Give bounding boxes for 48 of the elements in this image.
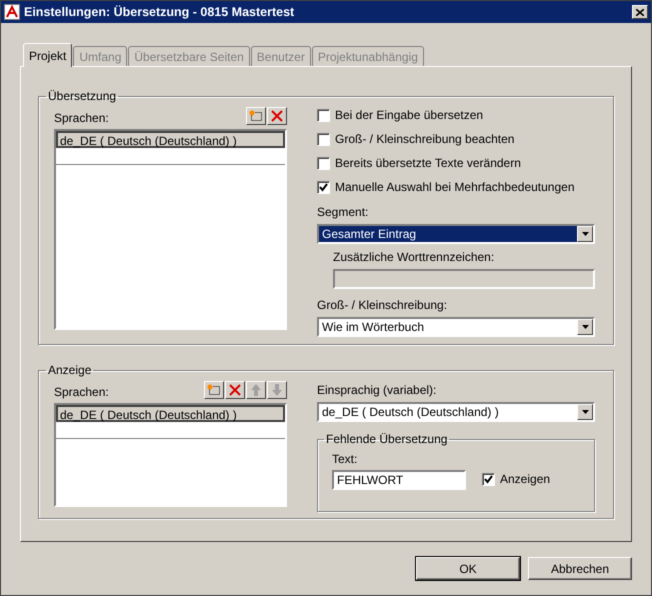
new-item-icon [207,384,221,396]
segment-label: Segment: [317,205,370,220]
option-label: Manuelle Auswahl bei Mehrfachbedeutungen [335,180,575,194]
checkbox[interactable] [317,108,330,122]
segment-select[interactable]: Gesamter Eintrag [317,224,595,244]
add-button[interactable] [204,381,224,399]
tab[interactable]: Projekt [23,43,72,67]
delete-icon [229,384,241,396]
monolingual-label: Einsprachig (variabel): [317,383,438,398]
delete-button[interactable] [267,107,287,125]
language-item[interactable]: de_DE ( Deutsch (Deutschland) ) [56,131,285,148]
language-list[interactable]: de_DE ( Deutsch (Deutschland) ) [54,403,287,507]
dropdown-arrow-icon [582,410,588,414]
separators-label: Zusätzliche Worttrennzeichen: [333,250,496,265]
group-title: Übersetzung [47,89,118,103]
checkbox[interactable] [317,180,330,194]
text-label: Text: [332,452,358,467]
language-list[interactable]: de_DE ( Deutsch (Deutschland) ) [54,129,287,330]
dropdown-arrow-icon [582,325,588,329]
show-label: Anzeigen [500,472,550,486]
arrow-up-icon [251,384,261,396]
language-select[interactable]: de_DE ( Deutsch (Deutschland) ) [317,402,595,422]
language-item[interactable]: de_DE ( Deutsch (Deutschland) ) [56,405,285,422]
delete-icon [271,110,283,122]
new-item-icon [249,110,263,122]
dropdown-arrow-icon [582,232,588,236]
group-title: Fehlende Übersetzung [325,432,448,446]
option-label: Bei der Eingabe übersetzen [335,108,484,122]
checkbox[interactable] [482,472,495,486]
checkbox[interactable] [317,132,330,146]
option-label: Groß- / Kleinschreibung beachten [335,132,514,146]
window-title: Einstellungen: Übersetzung - 0815 Mastertest [24,5,296,19]
cancel-button[interactable]: Abbrechen [528,557,632,580]
close-icon [636,8,644,16]
arrow-down-icon [272,384,282,396]
ok-button[interactable]: OK [416,557,520,580]
add-button[interactable] [246,107,266,125]
group-title: Anzeige [47,363,92,377]
languages-label: Sprachen: [54,385,109,399]
languages-label: Sprachen: [54,111,109,125]
case-select[interactable]: Wie im Wörterbuch [317,317,595,337]
close-button[interactable] [632,5,648,19]
delete-button[interactable] [225,381,245,399]
checkbox[interactable] [317,156,330,170]
text-field[interactable]: FEHLWORT [332,470,466,490]
case-label: Groß- / Kleinschreibung: [317,298,448,313]
app-icon [4,4,20,20]
option-label: Bereits übersetzte Texte verändern [335,156,521,170]
